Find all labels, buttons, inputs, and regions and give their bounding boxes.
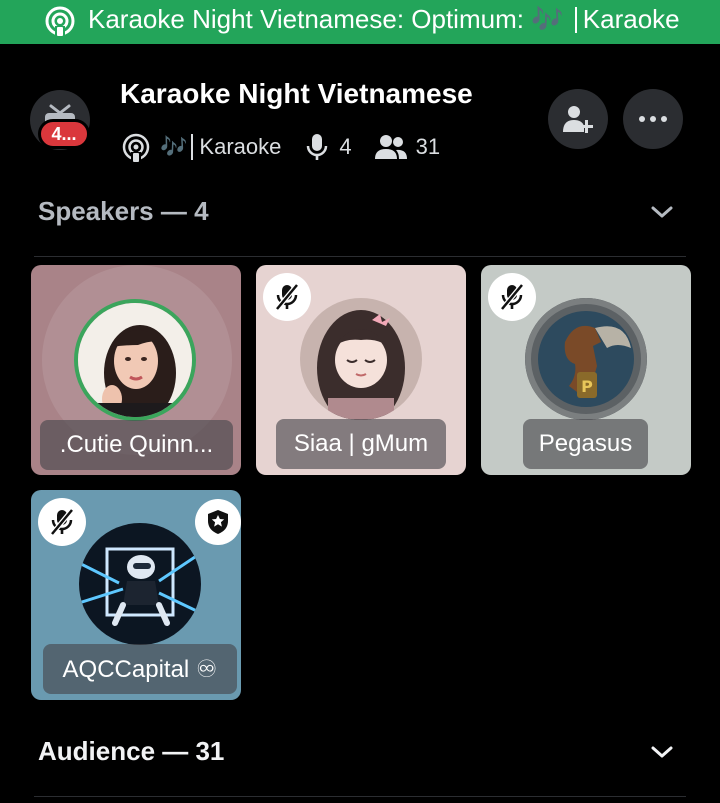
shield-star-icon — [195, 499, 241, 545]
speaker-tile[interactable]: AQCCapital ♾ — [31, 490, 241, 700]
more-options-button[interactable] — [623, 89, 683, 149]
notification-badge: 4... — [38, 119, 90, 149]
speaker-count: 4 — [339, 134, 352, 159]
more-horizontal-icon — [639, 116, 667, 122]
stage-icon — [122, 133, 150, 162]
speaker-tile[interactable]: Siaa | gMum — [256, 265, 466, 475]
topic-separator — [191, 134, 194, 160]
topic-music-emoji: 🎶 — [160, 134, 188, 159]
divider — [34, 796, 686, 797]
stage-broadcast-icon — [45, 6, 75, 36]
speaker-name: Siaa | gMum — [276, 419, 446, 469]
microphone-icon — [307, 134, 328, 160]
avatar: P — [525, 298, 647, 420]
stage-banner[interactable]: Karaoke Night Vietnamese: Optimum: 🎶 Kar… — [0, 0, 720, 44]
speakers-header[interactable]: Speakers — 4 — [38, 196, 209, 227]
stage-title: Karaoke Night Vietnamese — [120, 78, 473, 109]
listener-count: 31 — [415, 134, 441, 159]
speaker-tile[interactable]: .Cutie Quinn... — [31, 265, 241, 475]
banner-text: Karaoke Night Vietnamese: Optimum: 🎶 Kar… — [88, 4, 680, 34]
mic-off-icon — [488, 273, 536, 321]
speaker-name: .Cutie Quinn... — [40, 420, 233, 470]
audience-header[interactable]: Audience — 31 — [38, 736, 224, 767]
avatar — [79, 523, 201, 645]
speaker-name: Pegasus — [523, 419, 648, 469]
avatar — [74, 299, 196, 421]
add-friend-icon — [563, 106, 593, 133]
svg-text:P: P — [581, 377, 593, 396]
divider — [34, 256, 686, 257]
invite-button[interactable] — [548, 89, 608, 149]
chevron-down-icon[interactable] — [650, 744, 674, 760]
people-icon — [374, 135, 407, 159]
speaker-name: AQCCapital ♾ — [43, 644, 237, 694]
speaker-tile[interactable]: P Pegasus — [481, 265, 691, 475]
stage-topic: Karaoke — [199, 134, 282, 159]
mic-off-icon — [263, 273, 311, 321]
avatar — [300, 298, 422, 420]
mic-off-icon — [38, 498, 86, 546]
chevron-down-icon[interactable] — [650, 204, 674, 220]
stage-meta: 🎶 Karaoke 4 31 — [120, 130, 440, 164]
